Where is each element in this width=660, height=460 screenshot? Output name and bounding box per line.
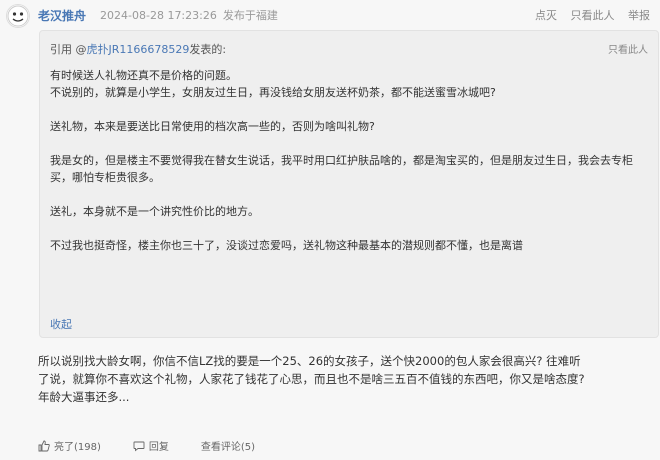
report-button[interactable]: 举报 <box>628 9 650 22</box>
comment-icon <box>133 441 145 451</box>
reply-line: 了说，就算你不喜欢这个礼物，人家花了钱花了心思，而且也不是啥三五百不值钱的东西吧… <box>38 372 585 386</box>
header-actions: 点灭 只看此人 举报 <box>525 7 650 23</box>
quote-suffix: 发表的: <box>189 43 227 56</box>
quote-paragraph: 不说别的，就算是小学生，女朋友过生日，再没钱给女朋友送杯奶茶，都不能送蜜雪冰城吧… <box>50 86 496 99</box>
avatar-face-icon <box>7 5 29 27</box>
like-button[interactable]: 亮了(198) <box>38 438 101 453</box>
quote-blank-line <box>50 101 650 118</box>
quote-body: 有时候送人礼物还真不是价格的问题。 不说别的，就算是小学生，女朋友过生日，再没钱… <box>50 67 650 254</box>
username[interactable]: 老汉推舟 <box>38 7 86 24</box>
collapse-link[interactable]: 收起 <box>50 316 72 332</box>
avatar[interactable] <box>6 4 30 28</box>
view-comments-link[interactable]: 查看评论(5) <box>201 438 255 453</box>
quote-paragraph: 不过我也挺奇怪，楼主你也三十了，没谈过恋爱吗，送礼物这种最基本的潜规则都不懂，也… <box>50 239 523 252</box>
quote-paragraph: 我是女的，但是楼主不要觉得我在替女生说话，我平时用口红护肤品啥的，都是淘宝买的，… <box>50 154 633 184</box>
quote-paragraph: 有时候送人礼物还真不是价格的问题。 <box>50 69 237 82</box>
post-header: 老汉推舟 2024-08-28 17:23:26 发布于福建 点灭 只看此人 举… <box>38 6 650 24</box>
post-footer: 亮了(198) 回复 查看评论(5) <box>38 438 287 453</box>
quote-blank-line <box>50 220 650 237</box>
reply-line: 年龄大逼事还多... <box>38 390 130 404</box>
reply-line: 所以说别找大龄女啊，你信不信LZ找的要是一个25、26的女孩子，送个快2000的… <box>38 354 581 368</box>
quote-prefix: 引用 @ <box>50 43 87 56</box>
like-count: 亮了(198) <box>54 442 101 453</box>
quote-header: 引用 @ 虎扑JR1166678529 发表的: 只看此人 <box>50 41 648 57</box>
quote-only-this-user-button[interactable]: 只看此人 <box>608 41 648 57</box>
quote-paragraph: 送礼物，本来是要送比日常使用的档次高一些的，否则为啥叫礼物? <box>50 120 375 133</box>
location: 发布于福建 <box>222 9 278 22</box>
only-this-user-button[interactable]: 只看此人 <box>571 9 615 22</box>
timestamp: 2024-08-28 17:23:26 <box>100 8 217 22</box>
thumbs-up-icon <box>38 440 50 451</box>
quote-block: 引用 @ 虎扑JR1166678529 发表的: 只看此人 有时候送人礼物还真不… <box>39 30 659 338</box>
reply-body: 所以说别找大龄女啊，你信不信LZ找的要是一个25、26的女孩子，送个快2000的… <box>38 352 638 406</box>
quote-blank-line <box>50 186 650 203</box>
comment-label: 回复 <box>148 442 169 453</box>
comment-button[interactable]: 回复 <box>133 438 169 453</box>
dislike-button[interactable]: 点灭 <box>535 9 557 22</box>
quote-author-link[interactable]: 虎扑JR1166678529 <box>87 41 190 57</box>
quote-paragraph: 送礼，本身就不是一个讲究性价比的地方。 <box>50 205 259 218</box>
quote-blank-line <box>50 135 650 152</box>
